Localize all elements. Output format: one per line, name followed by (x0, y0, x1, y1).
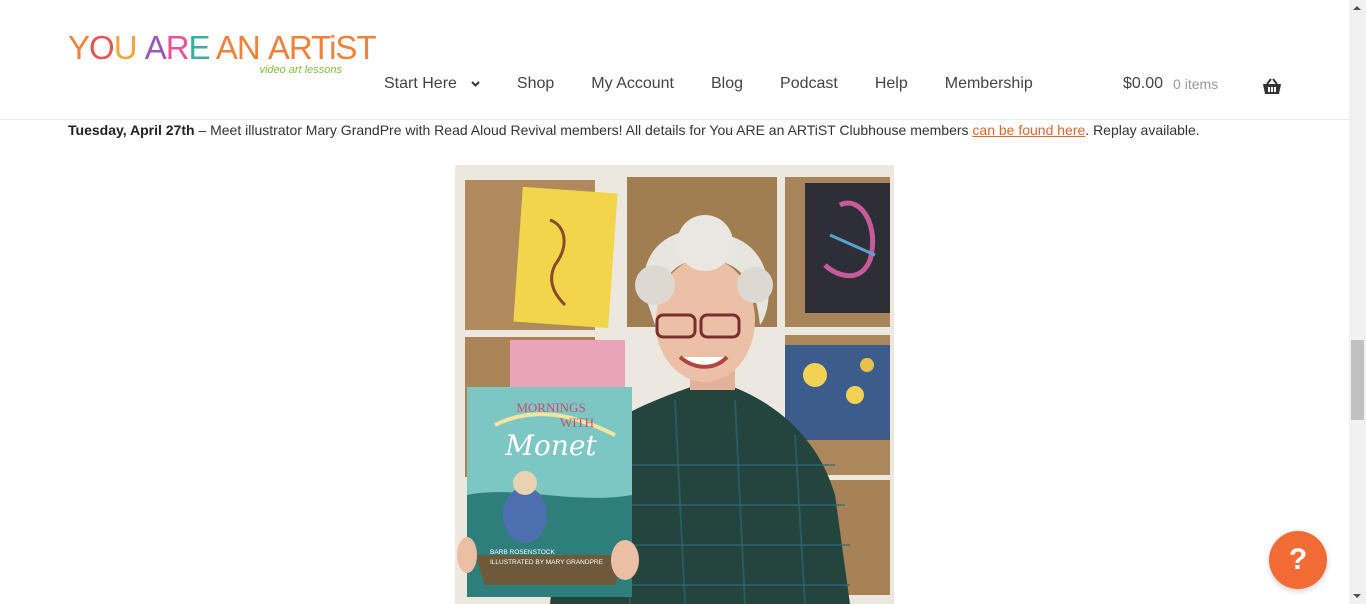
nav-item-help[interactable]: Help (875, 75, 908, 93)
book-title-2: WITH (560, 415, 594, 430)
logo-letter: A (144, 29, 167, 66)
nav-label: Blog (711, 75, 744, 92)
scroll-up-icon[interactable] (1353, 6, 1361, 10)
book-author: BARB ROSENSTOCK (490, 549, 556, 556)
logo-tagline: video art lessons (259, 64, 342, 76)
logo-wordmark: YOU ARE AN ARTiST (68, 28, 377, 68)
nav-label: Podcast (780, 75, 838, 92)
book-title-3: Monet (504, 429, 597, 462)
book-title-1: MORNINGS (516, 400, 585, 415)
book-cover: MORNINGS WITH Monet BARB ROSENSTOCK ILLU… (467, 387, 632, 597)
logo-letter: ARTiST (267, 29, 377, 66)
logo-letter: AN (209, 29, 268, 66)
scroll-thumb[interactable] (1351, 340, 1364, 420)
chevron-down-icon[interactable] (471, 81, 480, 87)
event-photo: MORNINGS WITH Monet BARB ROSENSTOCK ILLU… (455, 165, 894, 604)
logo-letter: O (89, 29, 115, 66)
book-illustrator: ILLUSTRATED BY MARY GRANDPRE (490, 559, 604, 566)
nav-item-blog[interactable]: Blog (711, 75, 743, 93)
logo-letter: Y (68, 29, 90, 66)
nav-item-start-here[interactable]: Start Here (384, 75, 480, 93)
nav-label: My Account (591, 75, 674, 92)
map-painting (513, 186, 618, 329)
cart-count: 0 items (1173, 76, 1219, 92)
logo-letter: R (165, 29, 190, 66)
cart-summary[interactable]: $0.00 0 items (1123, 72, 1218, 96)
site-logo[interactable]: YOU ARE AN ARTiST video art lessons (68, 28, 377, 80)
help-button[interactable]: ? (1269, 531, 1327, 589)
nav-label: Shop (516, 75, 555, 92)
nav-label: Membership (944, 75, 1033, 92)
basket-icon[interactable] (1262, 78, 1282, 96)
nav-item-my-account[interactable]: My Account (591, 75, 674, 93)
event-text: – Meet illustrator Mary GrandPre with Re… (194, 122, 973, 138)
nav-label: Help (874, 75, 908, 92)
logo-letter: U (113, 29, 145, 66)
photo-illustration: MORNINGS WITH Monet BARB ROSENSTOCK ILLU… (455, 165, 894, 604)
details-link[interactable]: can be found here (972, 122, 1085, 138)
event-date: Tuesday, April 27th (68, 122, 195, 138)
nav-item-shop[interactable]: Shop (517, 75, 554, 93)
site-header: YOU ARE AN ARTiST video art lessons Star… (0, 0, 1349, 120)
scroll-down-icon[interactable] (1353, 594, 1361, 598)
cart-amount: $0.00 (1123, 75, 1164, 92)
logo-letter: E (188, 29, 211, 66)
scrollbar[interactable] (1349, 0, 1366, 604)
starry-painting (785, 345, 890, 440)
event-notice: Tuesday, April 27th – Meet illustrator M… (68, 119, 1328, 141)
nav-label: Start Here (384, 75, 457, 92)
nav-item-membership[interactable]: Membership (945, 75, 1033, 93)
event-text-end: . Replay available. (1085, 122, 1200, 138)
main-nav: Start Here Shop My Account Blog Podcast … (384, 72, 1070, 96)
nav-item-podcast[interactable]: Podcast (780, 75, 838, 93)
